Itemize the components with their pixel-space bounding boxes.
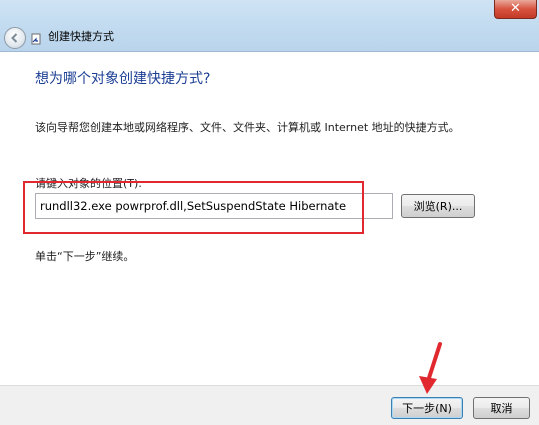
close-button[interactable]: ✕: [494, 0, 537, 19]
page-heading: 想为哪个对象创建快捷方式?: [35, 71, 211, 87]
back-button[interactable]: [4, 27, 26, 49]
shortcut-wizard-icon: [31, 33, 41, 45]
location-label: 请键入对象的位置(T):: [35, 177, 143, 190]
next-hint: 单击“下一步”继续。: [35, 250, 135, 263]
title-bar: ✕ 创建快捷方式: [0, 0, 539, 52]
page-description: 该向导帮您创建本地或网络程序、文件、文件夹、计算机或 Internet 地址的快…: [35, 121, 460, 134]
cancel-button[interactable]: 取消: [473, 397, 530, 419]
window-title: 创建快捷方式: [48, 30, 114, 43]
browse-button[interactable]: 浏览(R)...: [401, 194, 475, 218]
location-input[interactable]: [35, 193, 393, 219]
next-button[interactable]: 下一步(N): [391, 397, 463, 419]
close-icon: ✕: [510, 1, 521, 16]
back-arrow-icon: [11, 33, 18, 43]
